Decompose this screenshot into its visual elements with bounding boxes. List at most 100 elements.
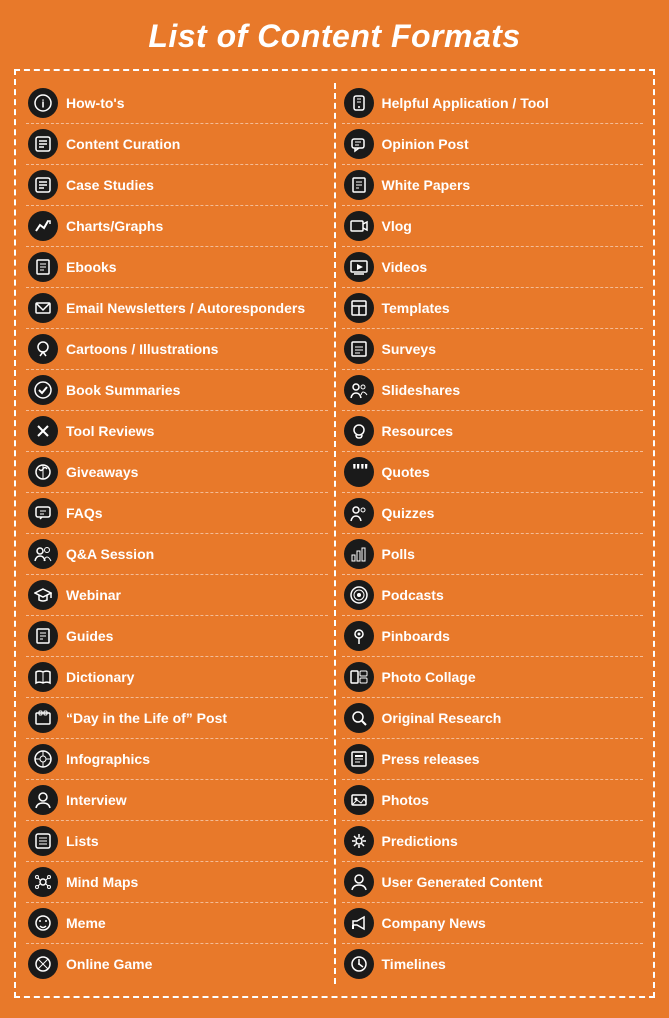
list-item: Book Summaries (26, 370, 328, 411)
list-item: Timelines (342, 944, 644, 984)
item-label: Press releases (382, 751, 480, 768)
list-item: Templates (342, 288, 644, 329)
list-item: Press releases (342, 739, 644, 780)
item-label: Charts/Graphs (66, 218, 163, 235)
list-item: Tool Reviews (26, 411, 328, 452)
list-item: Podcasts (342, 575, 644, 616)
list-item: Lists (26, 821, 328, 862)
item-label: Tool Reviews (66, 423, 154, 440)
item-icon (28, 498, 58, 528)
list-item: Polls (342, 534, 644, 575)
list-item: Meme (26, 903, 328, 944)
list-item: Webinar (26, 575, 328, 616)
item-label: Surveys (382, 341, 436, 358)
list-item: Guides (26, 616, 328, 657)
item-icon (28, 908, 58, 938)
list-item: Surveys (342, 329, 644, 370)
item-icon (344, 744, 374, 774)
item-label: Helpful Application / Tool (382, 95, 549, 112)
content-area: iHow-to'sContent CurationCase Studies Cha… (14, 69, 655, 998)
item-label: Quizzes (382, 505, 435, 522)
list-item: Pinboards (342, 616, 644, 657)
item-icon (344, 662, 374, 692)
item-icon (344, 785, 374, 815)
list-item: Cartoons / Illustrations (26, 329, 328, 370)
list-item: “Day in the Life of” Post (26, 698, 328, 739)
item-icon (344, 580, 374, 610)
item-icon (28, 416, 58, 446)
item-icon (28, 703, 58, 733)
list-item: Ebooks (26, 247, 328, 288)
list-item: Predictions (342, 821, 644, 862)
item-icon (28, 621, 58, 651)
list-item: Photo Collage (342, 657, 644, 698)
item-label: Dictionary (66, 669, 134, 686)
item-label: Templates (382, 300, 450, 317)
item-icon (344, 867, 374, 897)
list-item: Opinion Post (342, 124, 644, 165)
item-icon (344, 334, 374, 364)
item-icon (28, 539, 58, 569)
list-item: Infographics (26, 739, 328, 780)
item-label: Giveaways (66, 464, 138, 481)
item-icon (344, 170, 374, 200)
item-label: Meme (66, 915, 106, 932)
item-label: Slideshares (382, 382, 461, 399)
item-icon (344, 703, 374, 733)
item-label: Quotes (382, 464, 430, 481)
item-icon (28, 252, 58, 282)
item-label: Timelines (382, 956, 446, 973)
item-label: “Day in the Life of” Post (66, 710, 227, 727)
item-icon (344, 293, 374, 323)
item-icon (28, 785, 58, 815)
list-item: Videos (342, 247, 644, 288)
page-title: List of Content Formats (14, 18, 655, 55)
item-label: Videos (382, 259, 428, 276)
item-label: Company News (382, 915, 486, 932)
list-item: Photos (342, 780, 644, 821)
item-icon (28, 375, 58, 405)
list-item: Case Studies (26, 165, 328, 206)
page-container: List of Content Formats iHow-to'sContent… (0, 0, 669, 1018)
list-item: ""Quotes (342, 452, 644, 493)
item-icon (28, 949, 58, 979)
two-column-layout: iHow-to'sContent CurationCase Studies Cha… (26, 83, 643, 984)
list-item: Q&A Session (26, 534, 328, 575)
list-item: Dictionary (26, 657, 328, 698)
item-label: Predictions (382, 833, 458, 850)
list-item: Content Curation (26, 124, 328, 165)
list-item: White Papers (342, 165, 644, 206)
item-label: Interview (66, 792, 127, 809)
item-label: Mind Maps (66, 874, 138, 891)
list-item: Mind Maps (26, 862, 328, 903)
list-item: Slideshares (342, 370, 644, 411)
list-item: Resources (342, 411, 644, 452)
item-icon (28, 580, 58, 610)
item-label: Online Game (66, 956, 152, 973)
item-icon (28, 334, 58, 364)
item-label: Pinboards (382, 628, 450, 645)
item-label: Opinion Post (382, 136, 469, 153)
item-icon (344, 826, 374, 856)
left-column: iHow-to'sContent CurationCase Studies Cha… (26, 83, 336, 984)
list-item: FAQs (26, 493, 328, 534)
list-item: iHow-to's (26, 83, 328, 124)
item-icon (344, 498, 374, 528)
right-column: Helpful Application / Tool Opinion Post Wh… (336, 83, 644, 984)
item-label: Vlog (382, 218, 412, 235)
item-icon: i (28, 88, 58, 118)
item-icon (344, 908, 374, 938)
item-label: Infographics (66, 751, 150, 768)
item-icon (344, 88, 374, 118)
svg-text:": " (360, 463, 368, 481)
item-icon (344, 621, 374, 651)
item-label: Webinar (66, 587, 121, 604)
item-label: Original Research (382, 710, 502, 727)
item-label: User Generated Content (382, 874, 543, 891)
item-icon (28, 826, 58, 856)
item-icon (344, 375, 374, 405)
item-icon (344, 252, 374, 282)
item-icon (28, 129, 58, 159)
item-icon (344, 211, 374, 241)
item-icon (28, 457, 58, 487)
